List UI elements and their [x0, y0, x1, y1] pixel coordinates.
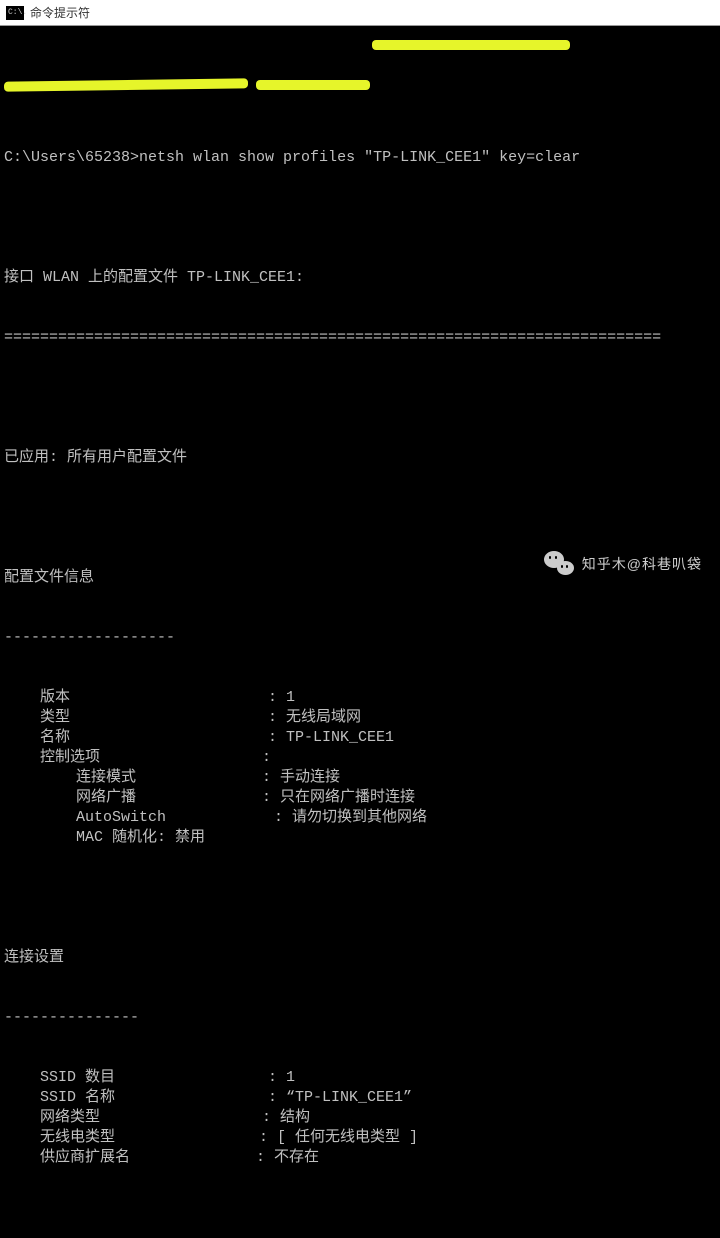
section-profile-title: 配置文件信息	[4, 568, 716, 588]
kv-row: 版本 : 1	[4, 688, 716, 708]
applied-label: 已应用:	[4, 449, 58, 466]
highlight-marker-3	[256, 80, 370, 90]
kv-row: 连接模式 : 手动连接	[4, 768, 716, 788]
highlight-marker-1	[372, 40, 570, 50]
window-title: 命令提示符	[30, 4, 90, 21]
kv-row: MAC 随机化: 禁用	[4, 828, 716, 848]
prompt-text: C:\Users\65238>	[4, 149, 139, 166]
section-dash2: ---------------	[4, 1008, 716, 1028]
kv-row: SSID 名称 : “TP-LINK_CEE1”	[4, 1088, 716, 1108]
command-text: netsh wlan show profiles "TP-LINK_CEE1" …	[139, 149, 580, 166]
kv-row: SSID 数目 : 1	[4, 1068, 716, 1088]
applied-value: 所有用户配置文件	[67, 449, 187, 466]
cmd-icon-text: C:\.	[8, 8, 27, 17]
kv-row: AutoSwitch : 请勿切换到其他网络	[4, 808, 716, 828]
kv-row: 名称 : TP-LINK_CEE1	[4, 728, 716, 748]
cmd-icon: C:\.	[6, 6, 24, 20]
terminal-body[interactable]: C:\Users\65238>netsh wlan show profiles …	[0, 26, 720, 619]
window-titlebar[interactable]: C:\. 命令提示符	[0, 0, 720, 26]
kv-row: 网络广播 : 只在网络广播时连接	[4, 788, 716, 808]
section-dash: -------------------	[4, 628, 716, 648]
kv-row: 网络类型 : 结构	[4, 1108, 716, 1128]
kv-row: 无线电类型 : [ 任何无线电类型 ]	[4, 1128, 716, 1148]
kv-row: 供应商扩展名 : 不存在	[4, 1148, 716, 1168]
divider-line: ========================================…	[4, 328, 716, 348]
kv-row: 类型 : 无线局域网	[4, 708, 716, 728]
highlight-marker-2	[4, 78, 248, 91]
section-conn-title: 连接设置	[4, 948, 716, 968]
kv-row: 控制选项 :	[4, 748, 716, 768]
header-text: 接口 WLAN 上的配置文件 TP-LINK_CEE1:	[4, 269, 304, 286]
